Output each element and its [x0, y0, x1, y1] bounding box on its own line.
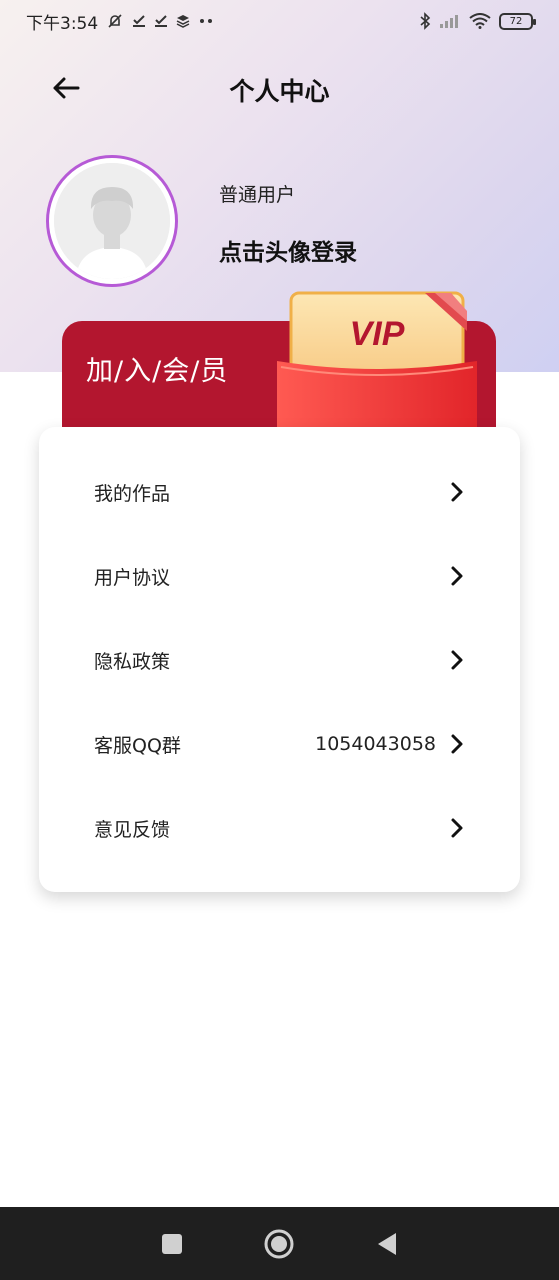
recents-button[interactable]	[152, 1224, 192, 1264]
vip-envelope-icon: VIP	[277, 291, 477, 427]
bluetooth-icon	[419, 12, 431, 30]
status-bar: 下午3:54 72	[0, 0, 559, 42]
menu-item-label: 我的作品	[94, 482, 171, 505]
chevron-right-icon	[451, 818, 463, 838]
chevron-right-icon	[451, 734, 463, 754]
menu-item-label: 用户协议	[94, 566, 171, 589]
triangle-back-icon	[378, 1232, 397, 1255]
menu-item-label: 意见反馈	[94, 818, 171, 841]
user-type-label: 普通用户	[219, 184, 296, 206]
menu-item-qq-group[interactable]: 客服QQ群 1054043058	[39, 702, 520, 786]
system-nav-bar	[0, 1207, 559, 1280]
menu-item-my-works[interactable]: 我的作品	[39, 450, 520, 534]
square-icon	[161, 1233, 182, 1254]
vip-badge-text: VIP	[350, 315, 405, 353]
layers-icon	[176, 14, 190, 28]
battery-indicator: 72	[499, 12, 536, 30]
battery-level: 72	[509, 15, 523, 27]
vip-join-label: 加/入/会/员	[86, 356, 229, 387]
back-nav-button[interactable]	[367, 1224, 407, 1264]
chevron-right-icon	[451, 566, 463, 586]
status-time: 下午3:54	[26, 13, 99, 34]
login-prompt[interactable]: 点击头像登录	[219, 233, 357, 267]
circle-icon	[264, 1229, 294, 1258]
check-icon	[132, 14, 146, 28]
menu-item-label: 客服QQ群	[94, 734, 181, 757]
menu-card: 我的作品 用户协议 隐私政策 客服QQ群 1054043058 意见反馈	[39, 427, 520, 892]
menu-item-label: 隐私政策	[94, 650, 171, 673]
default-avatar-icon	[54, 163, 170, 279]
chevron-right-icon	[451, 482, 463, 502]
home-button[interactable]	[259, 1224, 299, 1264]
menu-item-privacy-policy[interactable]: 隐私政策	[39, 618, 520, 702]
menu-item-feedback[interactable]: 意见反馈	[39, 786, 520, 870]
check-icon	[154, 14, 168, 28]
qq-group-number: 1054043058	[315, 733, 436, 755]
avatar[interactable]	[46, 155, 178, 287]
wifi-icon	[469, 13, 491, 29]
menu-item-user-agreement[interactable]: 用户协议	[39, 534, 520, 618]
muted-bell-icon	[106, 12, 124, 30]
page-title: 个人中心	[229, 77, 330, 106]
more-dots-icon	[198, 18, 214, 24]
chevron-right-icon	[451, 650, 463, 670]
signal-icon	[439, 13, 461, 29]
